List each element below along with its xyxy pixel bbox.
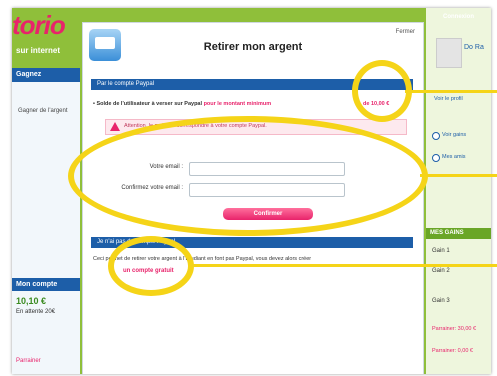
left-sidebar: Gagnez Gagner de l'argent Mon compte 10,… bbox=[12, 68, 80, 374]
close-button[interactable]: Fermer bbox=[396, 29, 415, 35]
highlight-pointer-line bbox=[405, 90, 497, 93]
left-referral-link[interactable]: Parrainer bbox=[16, 358, 41, 364]
profile-link[interactable]: Voir le profil bbox=[434, 96, 463, 102]
highlight-balance-amount bbox=[352, 60, 412, 122]
dialog-title: Retirer mon argent bbox=[203, 41, 303, 53]
gain-item[interactable]: Gain 2 bbox=[432, 268, 450, 274]
friends-link[interactable]: Mes amis bbox=[442, 154, 466, 160]
highlight-pointer-line bbox=[188, 264, 497, 267]
warning-icon bbox=[110, 122, 120, 131]
gains-link[interactable]: Voir gains bbox=[442, 132, 466, 138]
left-sidebar-link[interactable]: Gagner de l'argent bbox=[18, 108, 68, 114]
balance-red-text: pour le montant minimum bbox=[203, 101, 272, 107]
left-account-header: Mon compte bbox=[12, 278, 80, 291]
highlight-email-form bbox=[68, 116, 428, 236]
highlight-create-account bbox=[108, 236, 194, 296]
left-balance-sub: En attente 20€ bbox=[16, 309, 56, 315]
site-logo[interactable]: torio bbox=[12, 10, 86, 44]
left-balance: 10,10 € bbox=[16, 296, 47, 306]
referral-gain-1[interactable]: Parrainer: 30,00 € bbox=[432, 326, 476, 332]
radio-friends[interactable] bbox=[432, 154, 440, 162]
highlight-pointer-line bbox=[420, 174, 497, 177]
radio-gains[interactable] bbox=[432, 132, 440, 140]
user-name[interactable]: Do Ra bbox=[464, 44, 484, 51]
gains-header: MES GAINS bbox=[426, 228, 491, 239]
avatar[interactable] bbox=[436, 38, 462, 68]
balance-info: • Solde de l'utilisateur à verser sur Pa… bbox=[93, 101, 272, 107]
left-section-header: Gagnez bbox=[12, 68, 80, 82]
site-tagline: sur internet bbox=[16, 46, 61, 55]
referral-gain-2[interactable]: Parrainer: 0,00 € bbox=[432, 348, 473, 354]
gain-item[interactable]: Gain 3 bbox=[432, 298, 450, 304]
gain-item[interactable]: Gain 1 bbox=[432, 248, 450, 254]
balance-text: Solde de l'utilisateur à verser sur Payp… bbox=[96, 101, 203, 107]
right-sidebar: Connexion Do Ra Voir le profil Voir gain… bbox=[426, 8, 491, 374]
right-header: Connexion bbox=[443, 14, 474, 20]
